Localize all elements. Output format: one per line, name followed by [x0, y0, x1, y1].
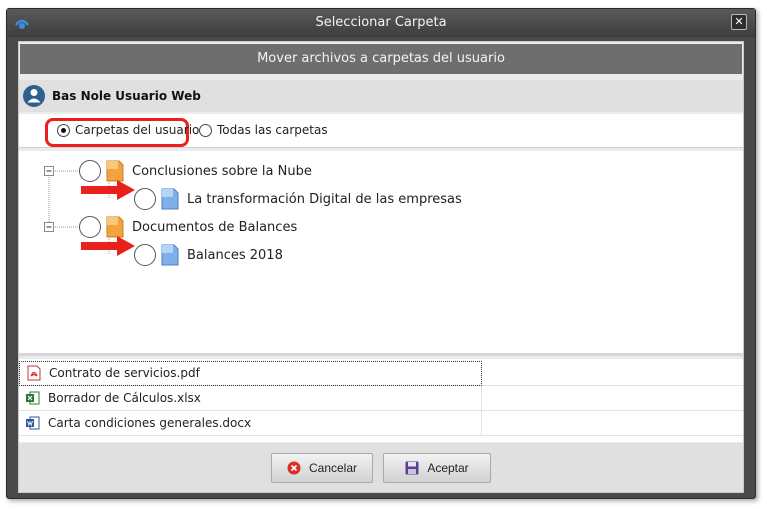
- cancel-icon: [287, 461, 301, 475]
- section-header: Mover archivos a carpetas del usuario: [20, 44, 742, 74]
- user-icon: [23, 85, 45, 107]
- file-list: Contrato de servicios.pdf Borrador de Cá…: [19, 359, 743, 442]
- save-disk-icon: [405, 461, 419, 475]
- node-label: Conclusiones sobre la Nube: [132, 163, 312, 179]
- file-row[interactable]: Borrador de Cálculos.xlsx: [19, 385, 743, 411]
- radio-all-folders[interactable]: Todas las carpetas: [199, 123, 328, 137]
- title-bar: Seleccionar Carpeta ✕: [7, 9, 755, 37]
- folder-tree: Conclusiones sobre la Nube La transforma…: [19, 151, 743, 356]
- folder-scope-selector: Carpetas del usuario Todas las carpetas: [19, 114, 743, 148]
- excel-icon: [26, 391, 40, 405]
- node-label: Documentos de Balances: [132, 219, 298, 235]
- dialog-footer: Cancelar Aceptar: [19, 443, 743, 492]
- node-radio-button[interactable]: [134, 244, 156, 266]
- radio-button-unchecked[interactable]: [199, 123, 212, 137]
- node-radio-button[interactable]: [79, 160, 101, 182]
- file-name-cell[interactable]: Carta condiciones generales.docx: [19, 410, 482, 436]
- node-label: La transformación Digital de las empresa…: [187, 191, 462, 207]
- user-row: Bas Nole Usuario Web: [19, 80, 743, 112]
- file-name-cell[interactable]: Contrato de servicios.pdf: [19, 360, 482, 386]
- app-logo-icon: [15, 19, 29, 29]
- node-label: Balances 2018: [187, 247, 283, 263]
- radio-label: Carpetas del usuario: [75, 123, 200, 137]
- red-arrow-annotation: [81, 180, 135, 200]
- radio-button-checked[interactable]: [57, 123, 70, 137]
- radio-user-folders[interactable]: Carpetas del usuario: [57, 123, 199, 137]
- user-name: Bas Nole Usuario Web: [52, 89, 201, 103]
- folder-blue-icon: [161, 244, 179, 266]
- file-name: Contrato de servicios.pdf: [49, 366, 200, 380]
- file-row[interactable]: Contrato de servicios.pdf: [19, 360, 743, 386]
- tree-node[interactable]: La transformación Digital de las empresa…: [134, 187, 462, 211]
- file-name: Carta condiciones generales.docx: [48, 416, 252, 430]
- close-button[interactable]: ✕: [731, 14, 747, 30]
- cancel-label: Cancelar: [308, 461, 358, 475]
- dialog-window: Seleccionar Carpeta ✕ Mover archivos a c…: [6, 8, 756, 499]
- accept-button[interactable]: Aceptar: [383, 453, 491, 483]
- word-icon: [26, 416, 40, 430]
- cancel-button[interactable]: Cancelar: [271, 453, 373, 483]
- radio-label: Todas las carpetas: [217, 123, 328, 137]
- file-row[interactable]: Carta condiciones generales.docx: [19, 410, 743, 436]
- red-arrow-annotation: [81, 236, 135, 256]
- dialog-body: Mover archivos a carpetas del usuario Ba…: [18, 41, 744, 493]
- folder-blue-icon: [161, 188, 179, 210]
- pdf-icon: [27, 365, 41, 381]
- tree-node[interactable]: Balances 2018: [134, 243, 283, 267]
- file-name: Borrador de Cálculos.xlsx: [48, 391, 201, 405]
- node-radio-button[interactable]: [79, 216, 101, 238]
- window-title: Seleccionar Carpeta: [315, 15, 447, 30]
- file-name-cell[interactable]: Borrador de Cálculos.xlsx: [19, 385, 482, 411]
- node-radio-button[interactable]: [134, 188, 156, 210]
- accept-label: Aceptar: [427, 461, 469, 475]
- close-icon: ✕: [734, 15, 744, 28]
